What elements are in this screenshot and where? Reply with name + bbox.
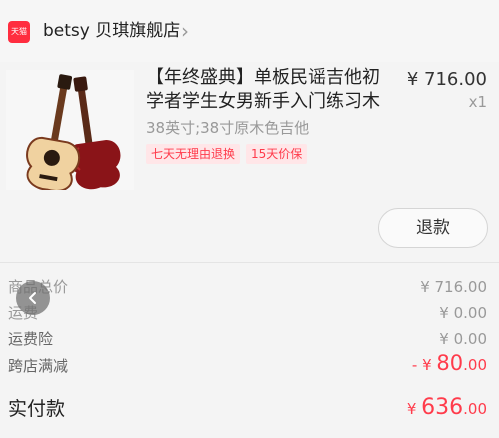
product-price: ¥ 716.00 (406, 69, 487, 90)
discount-integer: 80 (436, 351, 464, 375)
discount-value: - ¥ 80.00 (412, 353, 487, 375)
product-spec: 38英寸;38寸原木色吉他 (146, 119, 310, 137)
shop-header[interactable]: 天猫 betsy 贝琪旗舰店 › (0, 0, 499, 62)
shipping-value: ¥ 0.00 (439, 304, 487, 322)
discount-prefix: - ¥ (411, 356, 437, 374)
discount-label: 跨店满减 (8, 357, 69, 375)
total-prefix: ¥ (406, 400, 422, 418)
service-tags: 七天无理由退换 15天价保 (146, 144, 308, 164)
product-thumbnail[interactable] (6, 70, 134, 192)
back-arrow-icon (29, 292, 36, 304)
total-label: 实付款 (8, 398, 66, 420)
floating-back-button[interactable] (16, 281, 50, 315)
discount-decimal: .00 (463, 356, 487, 374)
subtotal-value: ¥ 716.00 (420, 278, 487, 296)
shop-name[interactable]: betsy 贝琪旗舰店 (43, 18, 180, 44)
refund-button[interactable]: 退款 (378, 208, 488, 248)
shipping-insurance-label: 运费险 (8, 330, 54, 348)
shipping-insurance-value: ¥ 0.00 (439, 330, 487, 348)
divider (0, 262, 499, 263)
total-decimal: .00 (463, 400, 487, 418)
order-detail-page: 天猫 betsy 贝琪旗舰店 › 【年终盛典】单板民谣吉他初学者学生女男新手入门… (0, 0, 499, 438)
total-integer: 636 (421, 395, 464, 420)
product-title[interactable]: 【年终盛典】单板民谣吉他初学者学生女男新手入门练习木吉... (146, 66, 396, 114)
tag-price-protection: 15天价保 (246, 144, 308, 164)
tmall-badge-icon: 天猫 (8, 21, 30, 43)
product-quantity: x1 (468, 93, 487, 111)
acoustic-guitar-image (26, 74, 121, 192)
tag-seven-day-return: 七天无理由退换 (146, 144, 241, 164)
chevron-right-icon[interactable]: › (181, 19, 189, 43)
total-value: ¥ 636.00 (407, 394, 487, 423)
